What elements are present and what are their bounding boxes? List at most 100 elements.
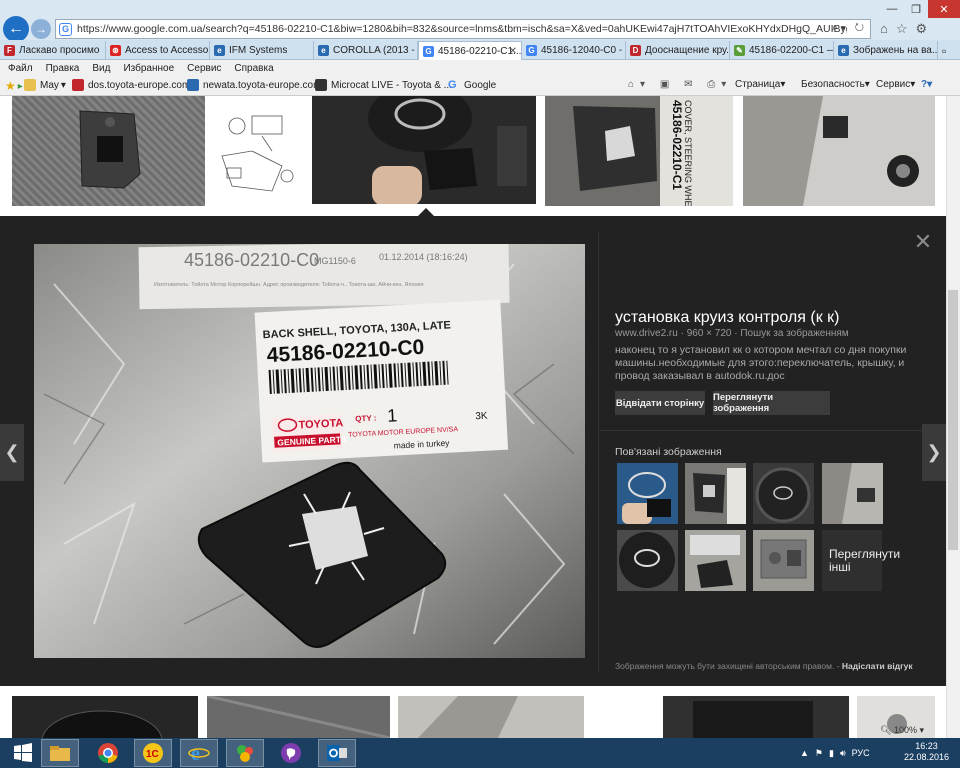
cmd-tools[interactable]: Сервис ▾ (876, 79, 915, 90)
url-text[interactable]: https://www.google.com.ua/search?q=45186… (77, 23, 847, 35)
fav-label: Google (464, 79, 497, 91)
tab-4-active[interactable]: G 45186-02210-C1... ✕ (418, 41, 522, 60)
related-image[interactable] (617, 530, 678, 591)
clock[interactable]: 16:23 22.08.2016 (904, 741, 949, 763)
tab-5[interactable]: G 45186-12040-C0 - ... (522, 41, 626, 60)
image-meta: www.drive2.ru · 960 × 720 · Пошук за зоб… (615, 328, 849, 339)
keyboard-language[interactable]: РУС (852, 748, 870, 758)
zoom-level[interactable]: 🔍︎ 100% ▾ (880, 725, 924, 736)
network-icon[interactable]: ▮ (829, 748, 834, 759)
image-title[interactable]: установка круиз контроля (к к) (615, 309, 839, 327)
fav-microcat[interactable]: Microcat LIVE - Toyota & ... (315, 79, 452, 91)
tab-3[interactable]: e COROLLA (2013 - )... (314, 41, 418, 60)
search-icon[interactable]: ⌕▾ ↻ (832, 22, 867, 35)
fav-folder-may[interactable]: May ▾ (24, 79, 66, 91)
forward-button[interactable]: → (31, 19, 51, 39)
menu-bar: Файл Правка Вид Избранное Сервис Справка (0, 60, 960, 76)
favorites-bar: ★ ▸ May ▾ dos.toyota-europe.com newata.toy… (0, 76, 960, 96)
result-thumbnail[interactable] (212, 96, 304, 206)
image-source[interactable]: www.drive2.ru (615, 328, 678, 339)
taskbar-explorer[interactable] (41, 739, 79, 767)
url-bar[interactable]: G https://www.google.com.ua/search?q=451… (55, 19, 871, 39)
related-photo (617, 530, 678, 591)
new-tab-button[interactable]: ▫ (938, 41, 960, 60)
menu-view[interactable]: Вид (92, 63, 110, 74)
taskbar-ie[interactable]: e (180, 739, 218, 767)
panel-divider (598, 232, 599, 672)
scrollbar-thumb[interactable] (948, 290, 958, 550)
folder-icon (50, 746, 70, 761)
tab-favicon-icon: ⊛ (110, 45, 121, 56)
back-button[interactable]: ← (3, 16, 29, 42)
main-image[interactable]: 45186-02210-C0 MG1150-6 01.12.2014 (18:1… (34, 244, 585, 658)
result-photo (207, 696, 390, 738)
menu-help[interactable]: Справка (234, 63, 273, 74)
cmd-page[interactable]: Страница ▾ (735, 79, 785, 90)
fav-dos-toyota[interactable]: dos.toyota-europe.com (72, 79, 190, 91)
next-image-arrow-icon[interactable]: ❯ (922, 424, 946, 481)
home-star-gear-icons[interactable]: ⌂☆⚙ (880, 21, 935, 37)
menu-file[interactable]: Файл (8, 63, 33, 74)
selection-pointer (418, 208, 434, 216)
related-photo (753, 530, 814, 591)
maximize-icon[interactable]: ❐ (904, 0, 928, 18)
result-thumbnail[interactable]: COVER, STEERING WHEE 45186-02210-C1 (545, 96, 733, 206)
menu-edit[interactable]: Правка (46, 63, 80, 74)
close-window-icon[interactable]: ✕ (928, 0, 960, 18)
minimize-icon[interactable]: — (880, 0, 904, 18)
prev-image-arrow-icon[interactable]: ❮ (0, 424, 24, 481)
send-feedback-link[interactable]: Надіслати відгук (842, 661, 913, 671)
result-thumbnail-selected[interactable] (312, 96, 536, 204)
label-date: 01.12.2014 (18:16:24) (379, 252, 468, 262)
tab-6[interactable]: D Дооснащение кру... (626, 41, 730, 60)
fav-google[interactable]: G Google (448, 79, 496, 91)
taskbar-viber[interactable] (272, 739, 310, 767)
result-thumbnail[interactable] (12, 96, 205, 206)
related-image[interactable] (617, 463, 678, 524)
result-thumbnail[interactable] (663, 696, 849, 738)
tab-1[interactable]: ⊛ Access to Accessor... (106, 41, 210, 60)
search-by-image-link[interactable]: Пошук за зображенням (740, 328, 848, 339)
related-image[interactable] (685, 530, 746, 591)
menu-favorites[interactable]: Избранное (123, 63, 174, 74)
tab-close-icon[interactable]: ✕ (509, 46, 517, 57)
related-image[interactable] (685, 463, 746, 524)
result-thumbnail[interactable] (207, 696, 390, 738)
view-more-tile[interactable]: Переглянути інші (822, 530, 900, 591)
volume-icon[interactable]: 🔊︎ (840, 748, 846, 759)
zoom-value: 100% (893, 725, 917, 735)
tab-7[interactable]: ✎ 45186-02200-C1 — ... (730, 41, 834, 60)
ignition-photo (743, 96, 935, 206)
tray-expand-icon[interactable]: ▲ (800, 748, 809, 758)
tab-2[interactable]: e IFM Systems (210, 41, 314, 60)
tab-8[interactable]: e Зображень на ва... (834, 41, 938, 60)
cmd-safety[interactable]: Безопасность ▾ (801, 79, 870, 90)
view-image-button[interactable]: Переглянути зображення (713, 391, 830, 415)
favorites-star-icon[interactable]: ★ ▸ (5, 79, 23, 93)
cmd-label: Безопасность (801, 79, 865, 90)
result-thumbnail[interactable] (743, 96, 935, 206)
flag-icon[interactable]: ⚑ (815, 748, 823, 759)
command-bar-icons[interactable]: ⌂▾ ▣ ✉ ⎙▾ (628, 79, 732, 90)
help-icon[interactable]: ?▾ (921, 79, 932, 90)
tab-favicon-icon: e (838, 45, 849, 56)
result-thumbnail[interactable] (12, 696, 198, 738)
taskbar-app-green[interactable] (226, 739, 264, 767)
menu-tools[interactable]: Сервис (187, 63, 221, 74)
related-image[interactable] (753, 463, 814, 524)
start-button[interactable] (4, 739, 42, 767)
result-thumbnail[interactable] (398, 696, 584, 738)
close-icon[interactable]: ✕ (911, 229, 935, 254)
tab-0[interactable]: F Ласкаво просимо (0, 41, 106, 60)
steering-wheel-photo (312, 96, 536, 204)
result-photo (398, 696, 584, 738)
taskbar-chrome[interactable] (89, 739, 127, 767)
related-image[interactable] (822, 463, 883, 524)
visit-page-button[interactable]: Відвідати сторінку (615, 391, 705, 415)
taskbar-outlook[interactable] (318, 739, 356, 767)
related-image[interactable] (753, 530, 814, 591)
related-photo (685, 530, 746, 591)
fav-newata-toyota[interactable]: newata.toyota-europe.com (187, 79, 321, 91)
zoom-icon: 🔍︎ (880, 725, 894, 735)
taskbar-1c[interactable]: 1С (134, 739, 172, 767)
